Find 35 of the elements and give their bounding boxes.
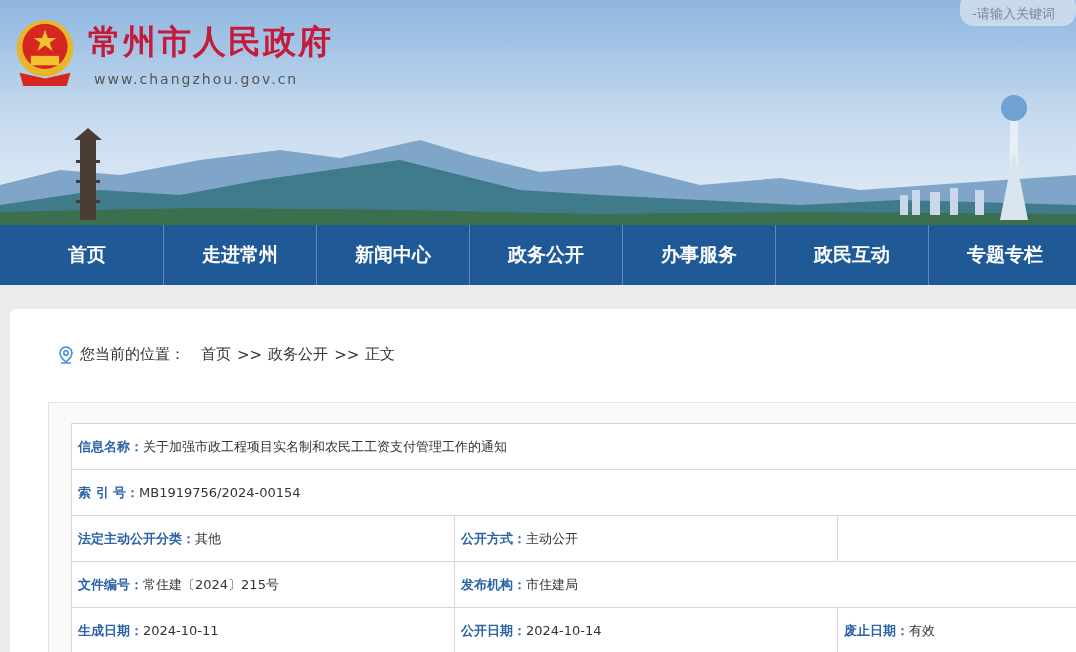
nav-link[interactable]: 专题专栏	[929, 225, 1076, 285]
field-label: 文件编号：	[78, 575, 143, 594]
field-label: 公开方式：	[461, 529, 526, 548]
breadcrumb-separator: >>	[237, 345, 263, 364]
field-value: 有效	[909, 621, 935, 640]
breadcrumb-link[interactable]: 政务公开	[268, 345, 329, 364]
field-value: 2024-10-14	[526, 623, 602, 638]
field-value: 市住建局	[526, 575, 578, 594]
site-url: www.changzhou.gov.cn	[93, 70, 300, 87]
nav-link[interactable]: 新闻中心	[317, 225, 470, 285]
search-field[interactable]: -请输入关键词	[960, 0, 1076, 26]
breadcrumb-label: 您当前的位置：	[80, 345, 185, 364]
field-value: 2024-10-11	[143, 623, 219, 638]
nav-link[interactable]: 办事服务	[623, 225, 776, 285]
field-label: 发布机构：	[461, 575, 526, 594]
field-value: 主动公开	[526, 529, 578, 548]
nav-link[interactable]: 政务公开	[470, 225, 623, 285]
nav-link[interactable]: 政民互动	[776, 225, 929, 285]
nav-link[interactable]: 走进常州	[164, 225, 317, 285]
field-value: 关于加强市政工程项目实名制和农民工工资支付管理工作的通知	[143, 437, 507, 456]
field-label: 信息名称：	[78, 437, 143, 456]
field-label: 公开日期：	[461, 621, 526, 640]
location-pin-icon	[58, 345, 74, 364]
breadcrumb-separator: >>	[334, 345, 360, 364]
breadcrumb-link[interactable]: 首页	[201, 345, 231, 364]
site-title: 常州市人民政府	[88, 20, 333, 63]
field-value: 其他	[195, 529, 221, 548]
field-label: 法定主动公开分类：	[78, 529, 195, 548]
field-value: 常住建〔2024〕215号	[143, 575, 279, 594]
field-value: MB1919756/2024-00154	[139, 485, 301, 500]
field-label: 生成日期：	[78, 621, 143, 640]
field-label: 索 引 号：	[78, 483, 140, 502]
field-label: 废止日期：	[844, 621, 909, 640]
nav-link[interactable]: 首页	[11, 225, 164, 285]
breadcrumb-link[interactable]: 正文	[365, 345, 396, 364]
